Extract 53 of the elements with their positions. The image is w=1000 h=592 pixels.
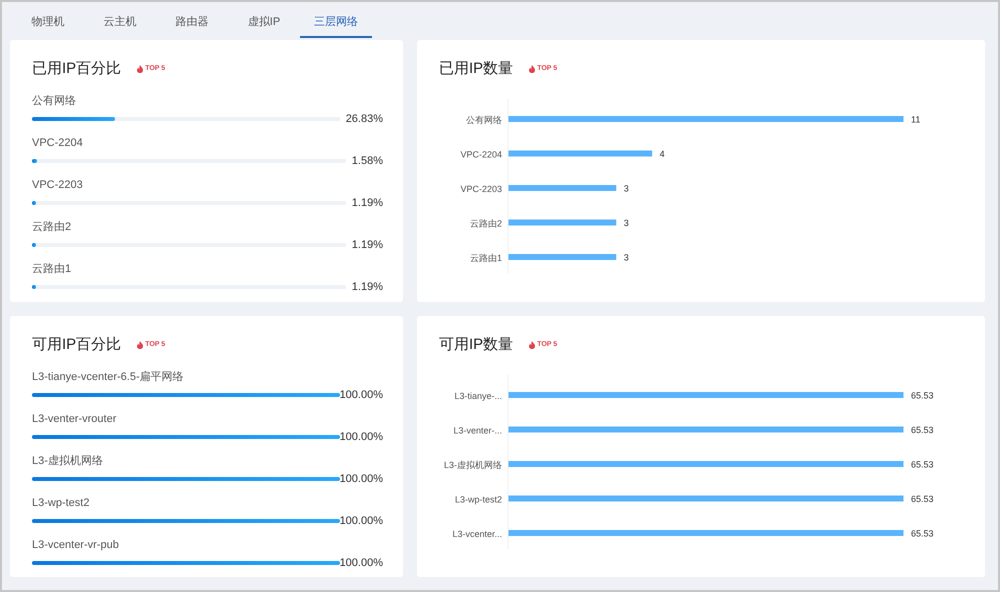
value-label: 3 [624, 183, 629, 193]
percent-value: 1.19% [352, 240, 383, 250]
percent-value: 26.83% [346, 114, 383, 124]
item-label: L3-venter-vrouter [32, 412, 118, 426]
value-label: 3 [624, 252, 629, 262]
value-label: 65.53 [911, 494, 934, 504]
flame-icon [137, 341, 144, 350]
flame-icon [137, 65, 144, 74]
item-label: 云路由2 [32, 220, 72, 234]
tab[interactable]: 路由器 [156, 7, 228, 38]
item-label: L3-vcenter-vr-pub [32, 538, 120, 552]
axis-label: L3-wp-test2 [454, 494, 502, 504]
percent-value: 1.19% [352, 198, 383, 208]
tab[interactable]: 三层网络 [300, 7, 372, 38]
percent-value: 1.58% [352, 156, 383, 166]
axis-label: 公有网络 [466, 114, 502, 124]
item-label: 云路由1 [32, 262, 72, 276]
percent-value: 1.19% [352, 282, 383, 292]
value-label: 11 [911, 114, 920, 124]
value-label: 3 [624, 218, 629, 228]
item-label: L3-tianye-vcenter-6.5-扁平网络 [32, 370, 185, 384]
flame-icon [529, 341, 536, 350]
flame-icon [529, 65, 536, 74]
percent-value: 100.00% [340, 474, 383, 484]
tab[interactable]: 虚拟IP [228, 7, 300, 38]
axis-label: L3-vcenter... [452, 528, 502, 538]
value-label: 65.53 [911, 459, 934, 469]
axis-label: L3-虚拟机网络 [444, 460, 502, 470]
axis-label: VPC-2204 [460, 149, 502, 159]
value-label: 4 [660, 148, 665, 158]
percent-value: 100.00% [340, 558, 383, 568]
value-label: 65.53 [911, 424, 934, 434]
panel-title: 已用IP百分比 [32, 59, 122, 79]
item-label: L3-虚拟机网络 [32, 454, 104, 468]
item-label: VPC-2204 [32, 136, 84, 150]
panel-title: 已用IP数量 [439, 59, 514, 79]
panel-title: 可用IP百分比 [32, 335, 122, 355]
axis-label: L3-venter-... [453, 425, 502, 435]
item-label: L3-wp-test2 [32, 496, 90, 510]
item-label: 公有网络 [32, 94, 77, 108]
axis-label: L3-tianye-... [454, 390, 502, 400]
percent-value: 100.00% [340, 390, 383, 400]
axis-label: VPC-2203 [460, 184, 502, 194]
axis-label: 云路由2 [470, 218, 502, 228]
item-label: VPC-2203 [32, 178, 84, 192]
percent-value: 100.00% [340, 516, 383, 526]
value-label: 65.53 [911, 528, 934, 538]
value-label: 65.53 [911, 390, 934, 400]
percent-value: 100.00% [340, 432, 383, 442]
tab[interactable]: 物理机 [12, 7, 84, 38]
panel-title: 可用IP数量 [439, 335, 514, 355]
axis-label: 云路由1 [470, 252, 502, 262]
tab[interactable]: 云主机 [84, 7, 156, 38]
